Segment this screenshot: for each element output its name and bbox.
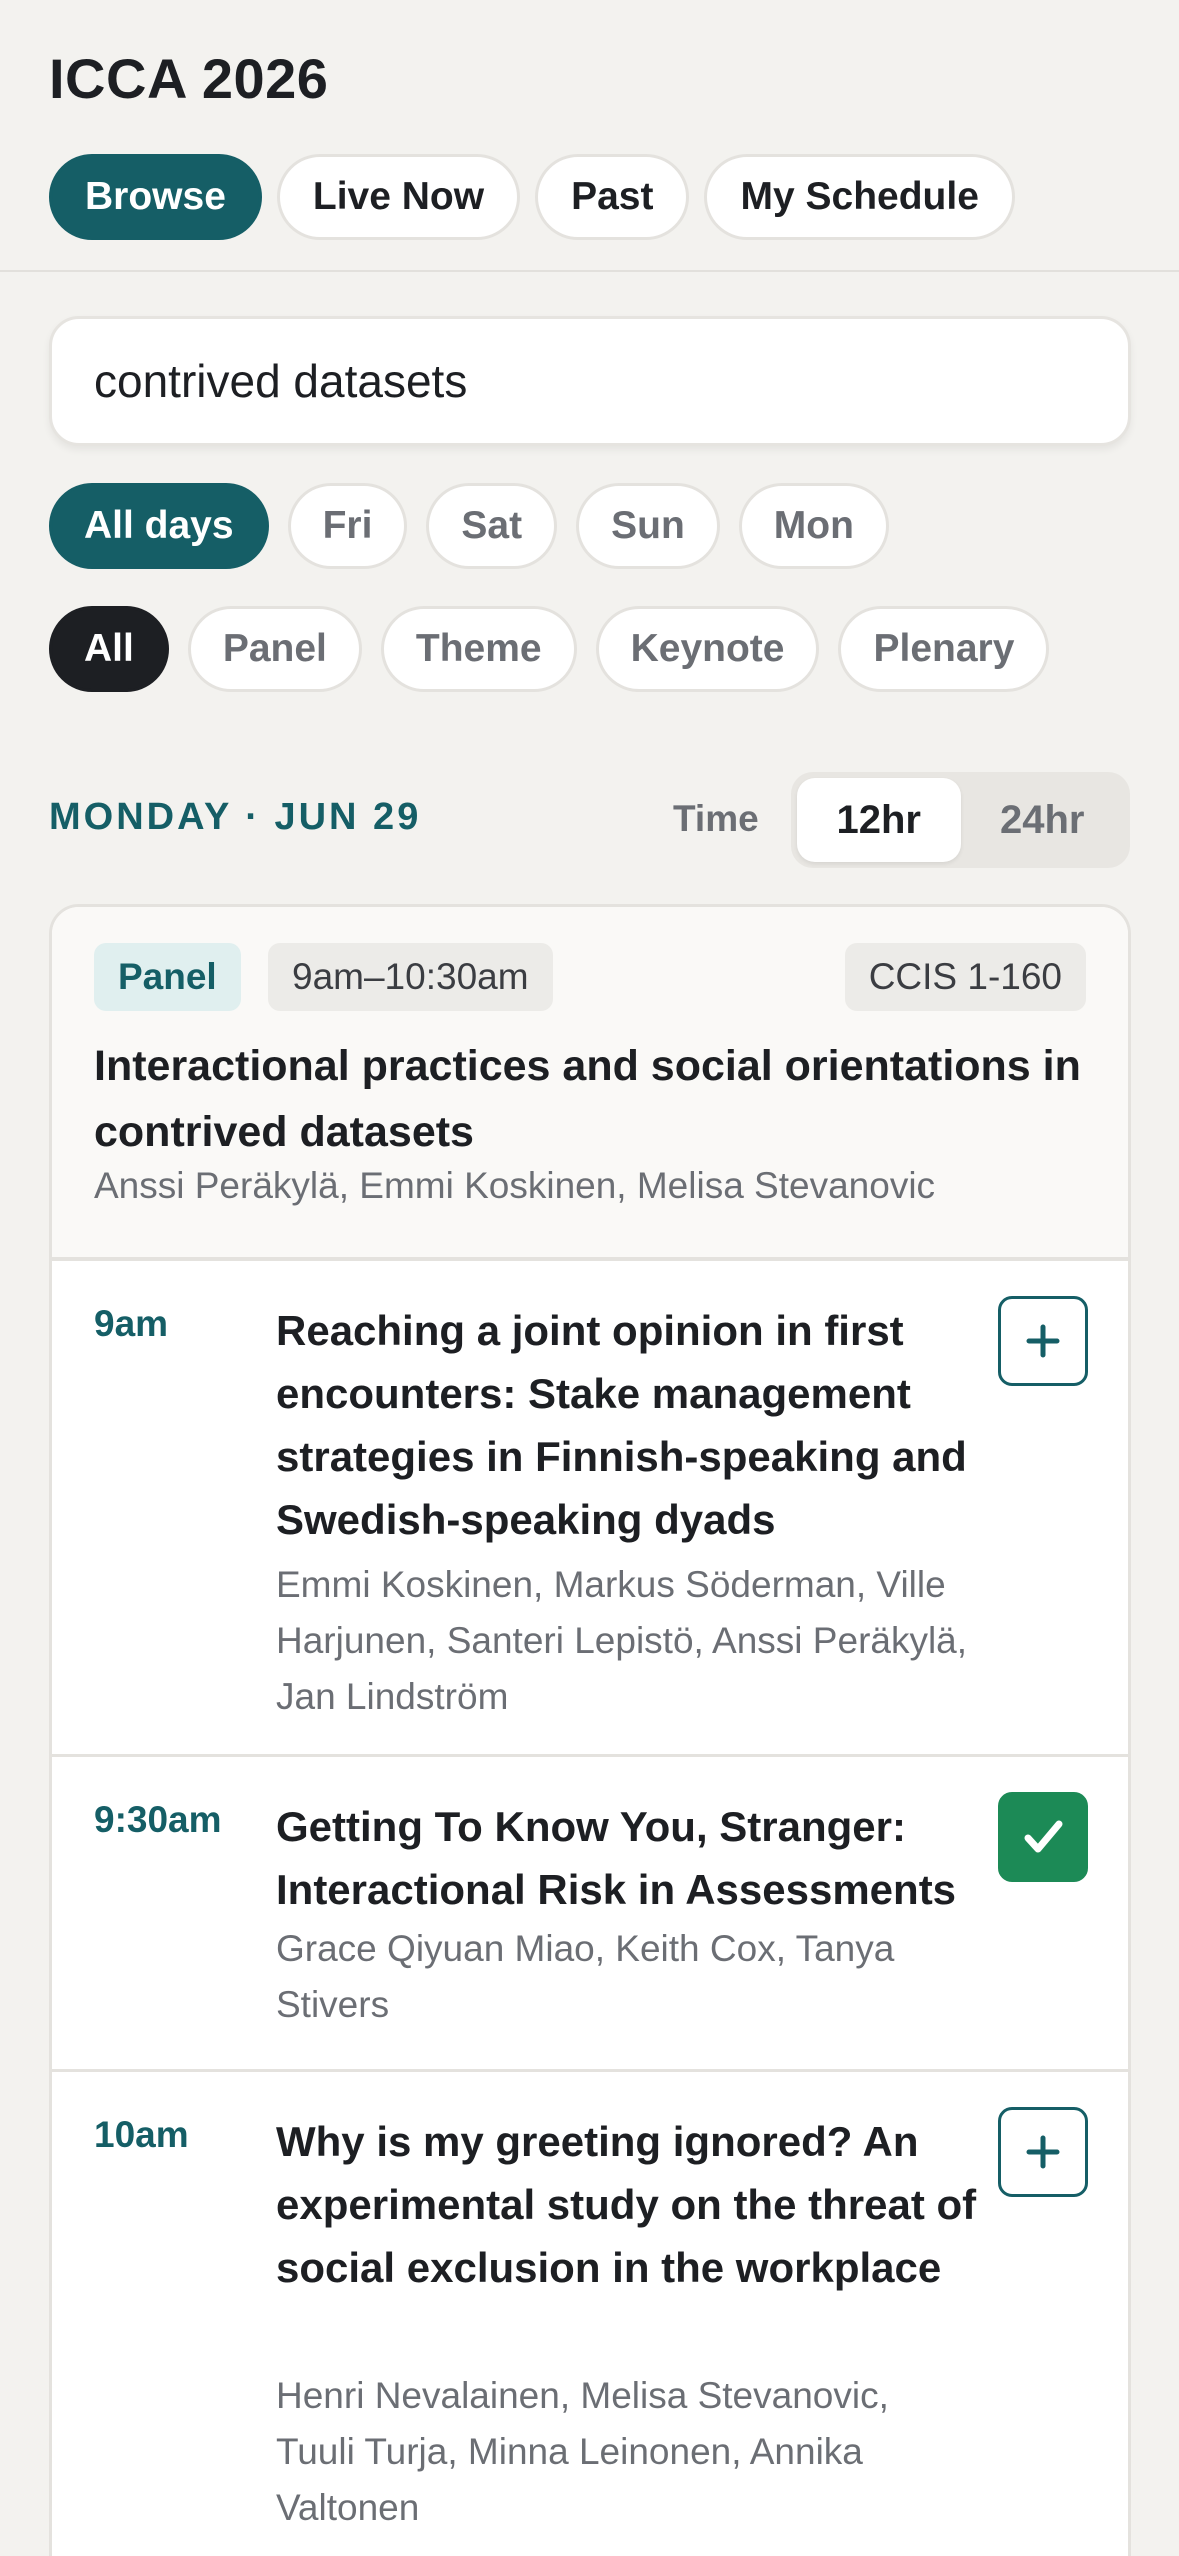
search-input[interactable] [94, 354, 1128, 408]
talk-row[interactable]: 9:30am Getting To Know You, Stranger: In… [52, 1757, 1128, 2072]
checkmark-icon [1024, 1820, 1063, 1853]
talk-title: Getting To Know You, Stranger: Interacti… [276, 1803, 957, 1913]
talk-authors: Henri Nevalainen, Melisa Stevanovic, Tuu… [276, 2375, 889, 2528]
nav-tabs: Browse Live Now Past My Schedule [49, 154, 1015, 240]
session-time-badge: 9am–10:30am [268, 943, 553, 1011]
time-format-12hr[interactable]: 12hr [797, 778, 961, 862]
add-to-schedule-button[interactable] [998, 1296, 1088, 1386]
plus-icon [1026, 1324, 1060, 1358]
filter-keynote[interactable]: Keynote [595, 606, 820, 692]
tab-browse[interactable]: Browse [49, 154, 262, 240]
time-format-label: Time [673, 798, 759, 839]
tab-my-schedule[interactable]: My Schedule [704, 154, 1015, 240]
session-type-badge: Panel [94, 943, 241, 1011]
talk-row[interactable]: 9am Reaching a joint opinion in first en… [52, 1261, 1128, 1757]
session-chairs: Anssi Peräkylä, Emmi Koskinen, Melisa St… [94, 1165, 936, 1206]
talk-authors: Grace Qiyuan Miao, Keith Cox, Tanya Stiv… [276, 1928, 895, 2025]
day-filters: All days Fri Sat Sun Mon [49, 483, 889, 569]
filter-fri[interactable]: Fri [287, 483, 408, 569]
tab-live-now[interactable]: Live Now [276, 154, 521, 240]
talk-title: Reaching a joint opinion in first encoun… [276, 1307, 967, 1543]
talk-time: 10am [94, 2114, 189, 2155]
filter-mon[interactable]: Mon [738, 483, 889, 569]
type-filters: All Panel Theme Keynote Plenary [49, 606, 1050, 692]
filter-theme[interactable]: Theme [380, 606, 577, 692]
filter-all-types[interactable]: All [49, 606, 169, 692]
talk-title: Why is my greeting ignored? An experimen… [276, 2118, 977, 2291]
day-heading: MONDAY · JUN 29 [49, 796, 422, 838]
session-room-badge: CCIS 1-160 [844, 943, 1086, 1011]
filter-plenary[interactable]: Plenary [838, 606, 1050, 692]
talk-time: 9:30am [94, 1799, 222, 1840]
session-header: Panel 9am–10:30am CCIS 1-160 Interaction… [52, 907, 1128, 1261]
remove-from-schedule-button[interactable] [998, 1792, 1088, 1882]
app-title: ICCA 2026 [49, 47, 329, 110]
talk-row[interactable]: 10am Why is my greeting ignored? An expe… [52, 2072, 1128, 2556]
plus-icon [1026, 2135, 1060, 2169]
tab-past[interactable]: Past [535, 154, 690, 240]
filter-sat[interactable]: Sat [426, 483, 558, 569]
add-to-schedule-button[interactable] [998, 2107, 1088, 2197]
session-title: Interactional practices and social orien… [94, 1042, 1081, 1156]
session-card: Panel 9am–10:30am CCIS 1-160 Interaction… [49, 904, 1131, 2556]
search-box [49, 316, 1131, 446]
talk-authors: Emmi Koskinen, Markus Söderman, Ville Ha… [276, 1564, 968, 1717]
filter-all-days[interactable]: All days [49, 483, 269, 569]
filter-sun[interactable]: Sun [576, 483, 720, 569]
filter-panel[interactable]: Panel [187, 606, 362, 692]
talk-time: 9am [94, 1303, 169, 1344]
time-format-toggle: 12hr 24hr [791, 772, 1130, 868]
time-format-24hr[interactable]: 24hr [961, 778, 1125, 862]
